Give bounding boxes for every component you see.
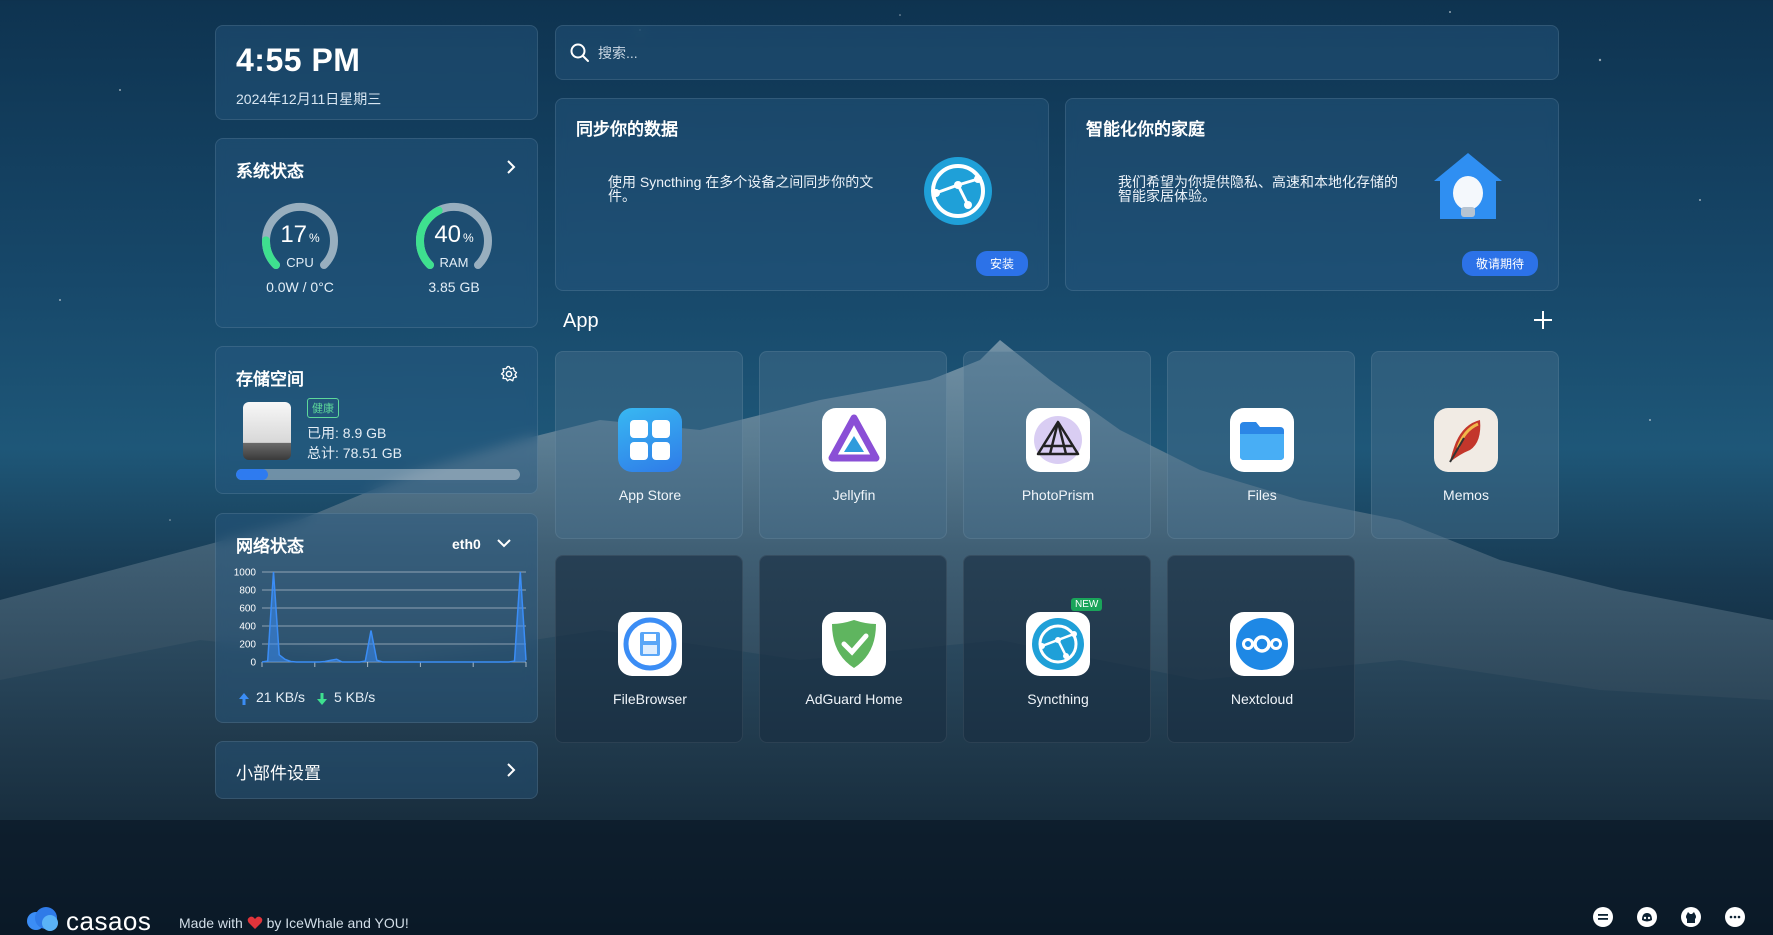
smart-home-icon bbox=[1434, 153, 1502, 219]
search-input[interactable] bbox=[598, 40, 1538, 66]
filebrowser-icon bbox=[618, 612, 682, 676]
app-name: AdGuard Home bbox=[805, 691, 903, 707]
storage-used: 已用: 8.9 GB bbox=[307, 425, 387, 441]
network-interface-value: eth0 bbox=[452, 536, 481, 552]
download-arrow-icon bbox=[317, 693, 327, 705]
network-interface-select[interactable]: eth0 bbox=[452, 536, 511, 552]
new-badge: NEW bbox=[1071, 598, 1103, 611]
cpu-percent: 17% bbox=[280, 221, 320, 248]
y-tick-label: 400 bbox=[239, 622, 256, 633]
app-store-icon bbox=[618, 408, 682, 472]
y-tick-label: 1000 bbox=[234, 568, 256, 579]
storage-usage-bar bbox=[236, 469, 520, 480]
widget-settings-button[interactable]: 小部件设置 bbox=[215, 741, 538, 799]
y-tick-label: 800 bbox=[239, 586, 256, 597]
system-status-title: 系统状态 bbox=[236, 162, 304, 181]
app-tile-nextcloud[interactable]: Nextcloud bbox=[1167, 555, 1355, 743]
cpu-label: CPU bbox=[286, 255, 314, 270]
clock-widget: 4:55 PM 2024年12月11日星期三 bbox=[215, 25, 538, 120]
app-section-title: App bbox=[563, 310, 599, 332]
made-with-text: Made with by IceWhale and YOU! bbox=[179, 915, 409, 931]
photoprism-icon bbox=[1026, 408, 1090, 472]
app-name: Memos bbox=[1443, 487, 1489, 503]
app-name: Jellyfin bbox=[832, 487, 876, 503]
jellyfin-icon bbox=[822, 408, 886, 472]
adguard-icon bbox=[822, 612, 886, 676]
y-tick-label: 0 bbox=[250, 658, 256, 669]
syncthing-icon bbox=[1026, 612, 1090, 676]
network-widget: 网络状态 eth0 1000 800 600 400 200 0 21 KB/s 5 KB… bbox=[215, 513, 538, 723]
app-name: Files bbox=[1247, 487, 1277, 503]
app-tile-syncthing[interactable]: Syncthing bbox=[963, 555, 1151, 743]
feedback-icon[interactable] bbox=[1724, 906, 1746, 928]
network-title: 网络状态 bbox=[236, 537, 304, 556]
clock-date: 2024年12月11日星期三 bbox=[236, 91, 382, 107]
cpu-gauge: 17% CPU 0.0W / 0°C bbox=[252, 195, 348, 305]
app-name: Nextcloud bbox=[1230, 691, 1294, 707]
chat-icon[interactable] bbox=[1592, 906, 1614, 928]
download-speed: 5 KB/s bbox=[334, 689, 376, 705]
app-name: PhotoPrism bbox=[1021, 487, 1095, 503]
promo-sync-title: 同步你的数据 bbox=[576, 120, 678, 139]
upload-arrow-icon bbox=[239, 693, 249, 705]
add-app-icon[interactable] bbox=[1532, 309, 1554, 331]
promo-card-smart-home: 智能化你的家庭 我们希望为你提供隐私、高速和本地化存储的智能家居体验。 敬请期待 bbox=[1065, 98, 1559, 291]
health-badge: 健康 bbox=[307, 398, 339, 418]
storage-widget[interactable]: 存储空间 健康 已用: 8.9 GB 总计: 78.51 GB bbox=[215, 346, 538, 494]
promo-smarthome-title: 智能化你的家庭 bbox=[1086, 120, 1205, 139]
app-tile-filebrowser[interactable]: FileBrowser bbox=[555, 555, 743, 743]
discord-icon[interactable] bbox=[1636, 906, 1658, 928]
syncthing-logo-icon bbox=[924, 157, 992, 225]
heart-icon bbox=[247, 916, 263, 929]
gear-icon[interactable] bbox=[500, 365, 518, 383]
promo-card-sync: 同步你的数据 使用 Syncthing 在多个设备之间同步你的文件。 安装 bbox=[555, 98, 1049, 291]
github-icon[interactable] bbox=[1680, 906, 1702, 928]
app-tile-files[interactable]: Files bbox=[1167, 351, 1355, 539]
traffic-area bbox=[262, 572, 526, 662]
storage-title: 存储空间 bbox=[236, 370, 304, 389]
traffic-line bbox=[261, 571, 527, 663]
app-tile-adguard-home[interactable]: AdGuard Home bbox=[759, 555, 947, 743]
nextcloud-icon bbox=[1230, 612, 1294, 676]
promo-sync-description: 使用 Syncthing 在多个设备之间同步你的文件。 bbox=[608, 174, 874, 204]
app-name: App Store bbox=[618, 487, 682, 503]
install-button[interactable]: 安装 bbox=[975, 251, 1028, 276]
search-bar[interactable] bbox=[555, 25, 1559, 80]
made-prefix: Made with bbox=[179, 915, 243, 931]
promo-smarthome-description: 我们希望为你提供隐私、高速和本地化存储的智能家居体验。 bbox=[1118, 174, 1398, 204]
casaos-logo-icon bbox=[27, 907, 58, 931]
ram-percent: 40% bbox=[434, 221, 474, 248]
files-icon bbox=[1230, 408, 1294, 472]
clock-time: 4:55 PM bbox=[236, 42, 361, 78]
casaos-wordmark: casaos bbox=[66, 906, 152, 935]
y-tick-label: 600 bbox=[239, 604, 256, 615]
storage-usage-fill bbox=[236, 469, 269, 480]
y-tick-label: 200 bbox=[239, 640, 256, 651]
chevron-right-icon[interactable] bbox=[503, 159, 519, 175]
made-suffix: by IceWhale and YOU! bbox=[266, 915, 409, 931]
app-tile-jellyfin[interactable]: Jellyfin bbox=[759, 351, 947, 539]
memos-icon bbox=[1434, 408, 1498, 472]
app-name: Syncthing bbox=[1027, 691, 1089, 707]
disk-icon bbox=[243, 402, 291, 460]
app-name: FileBrowser bbox=[613, 691, 687, 707]
system-status-widget[interactable]: 系统状态 17% CPU 0.0W / 0°C 40% RAM 3.85 GB bbox=[215, 138, 538, 328]
network-chart: 1000 800 600 400 200 0 bbox=[234, 568, 527, 669]
storage-total: 总计: 78.51 GB bbox=[307, 445, 402, 461]
ram-usage: 3.85 GB bbox=[428, 279, 480, 295]
app-tile-photoprism[interactable]: PhotoPrism bbox=[963, 351, 1151, 539]
app-tile-memos[interactable]: Memos bbox=[1371, 351, 1559, 539]
chevron-right-icon bbox=[507, 763, 516, 777]
coming-soon-button[interactable]: 敬请期待 bbox=[1461, 251, 1538, 276]
app-tile-app-store[interactable]: App Store bbox=[555, 351, 743, 539]
upload-speed: 21 KB/s bbox=[256, 689, 306, 705]
ram-gauge: 40% RAM 3.85 GB bbox=[406, 195, 502, 305]
ram-label: RAM bbox=[439, 255, 469, 270]
search-icon bbox=[570, 43, 589, 62]
chevron-down-icon bbox=[497, 539, 511, 548]
cpu-power-temp: 0.0W / 0°C bbox=[266, 279, 334, 295]
widget-settings-label: 小部件设置 bbox=[236, 764, 321, 783]
